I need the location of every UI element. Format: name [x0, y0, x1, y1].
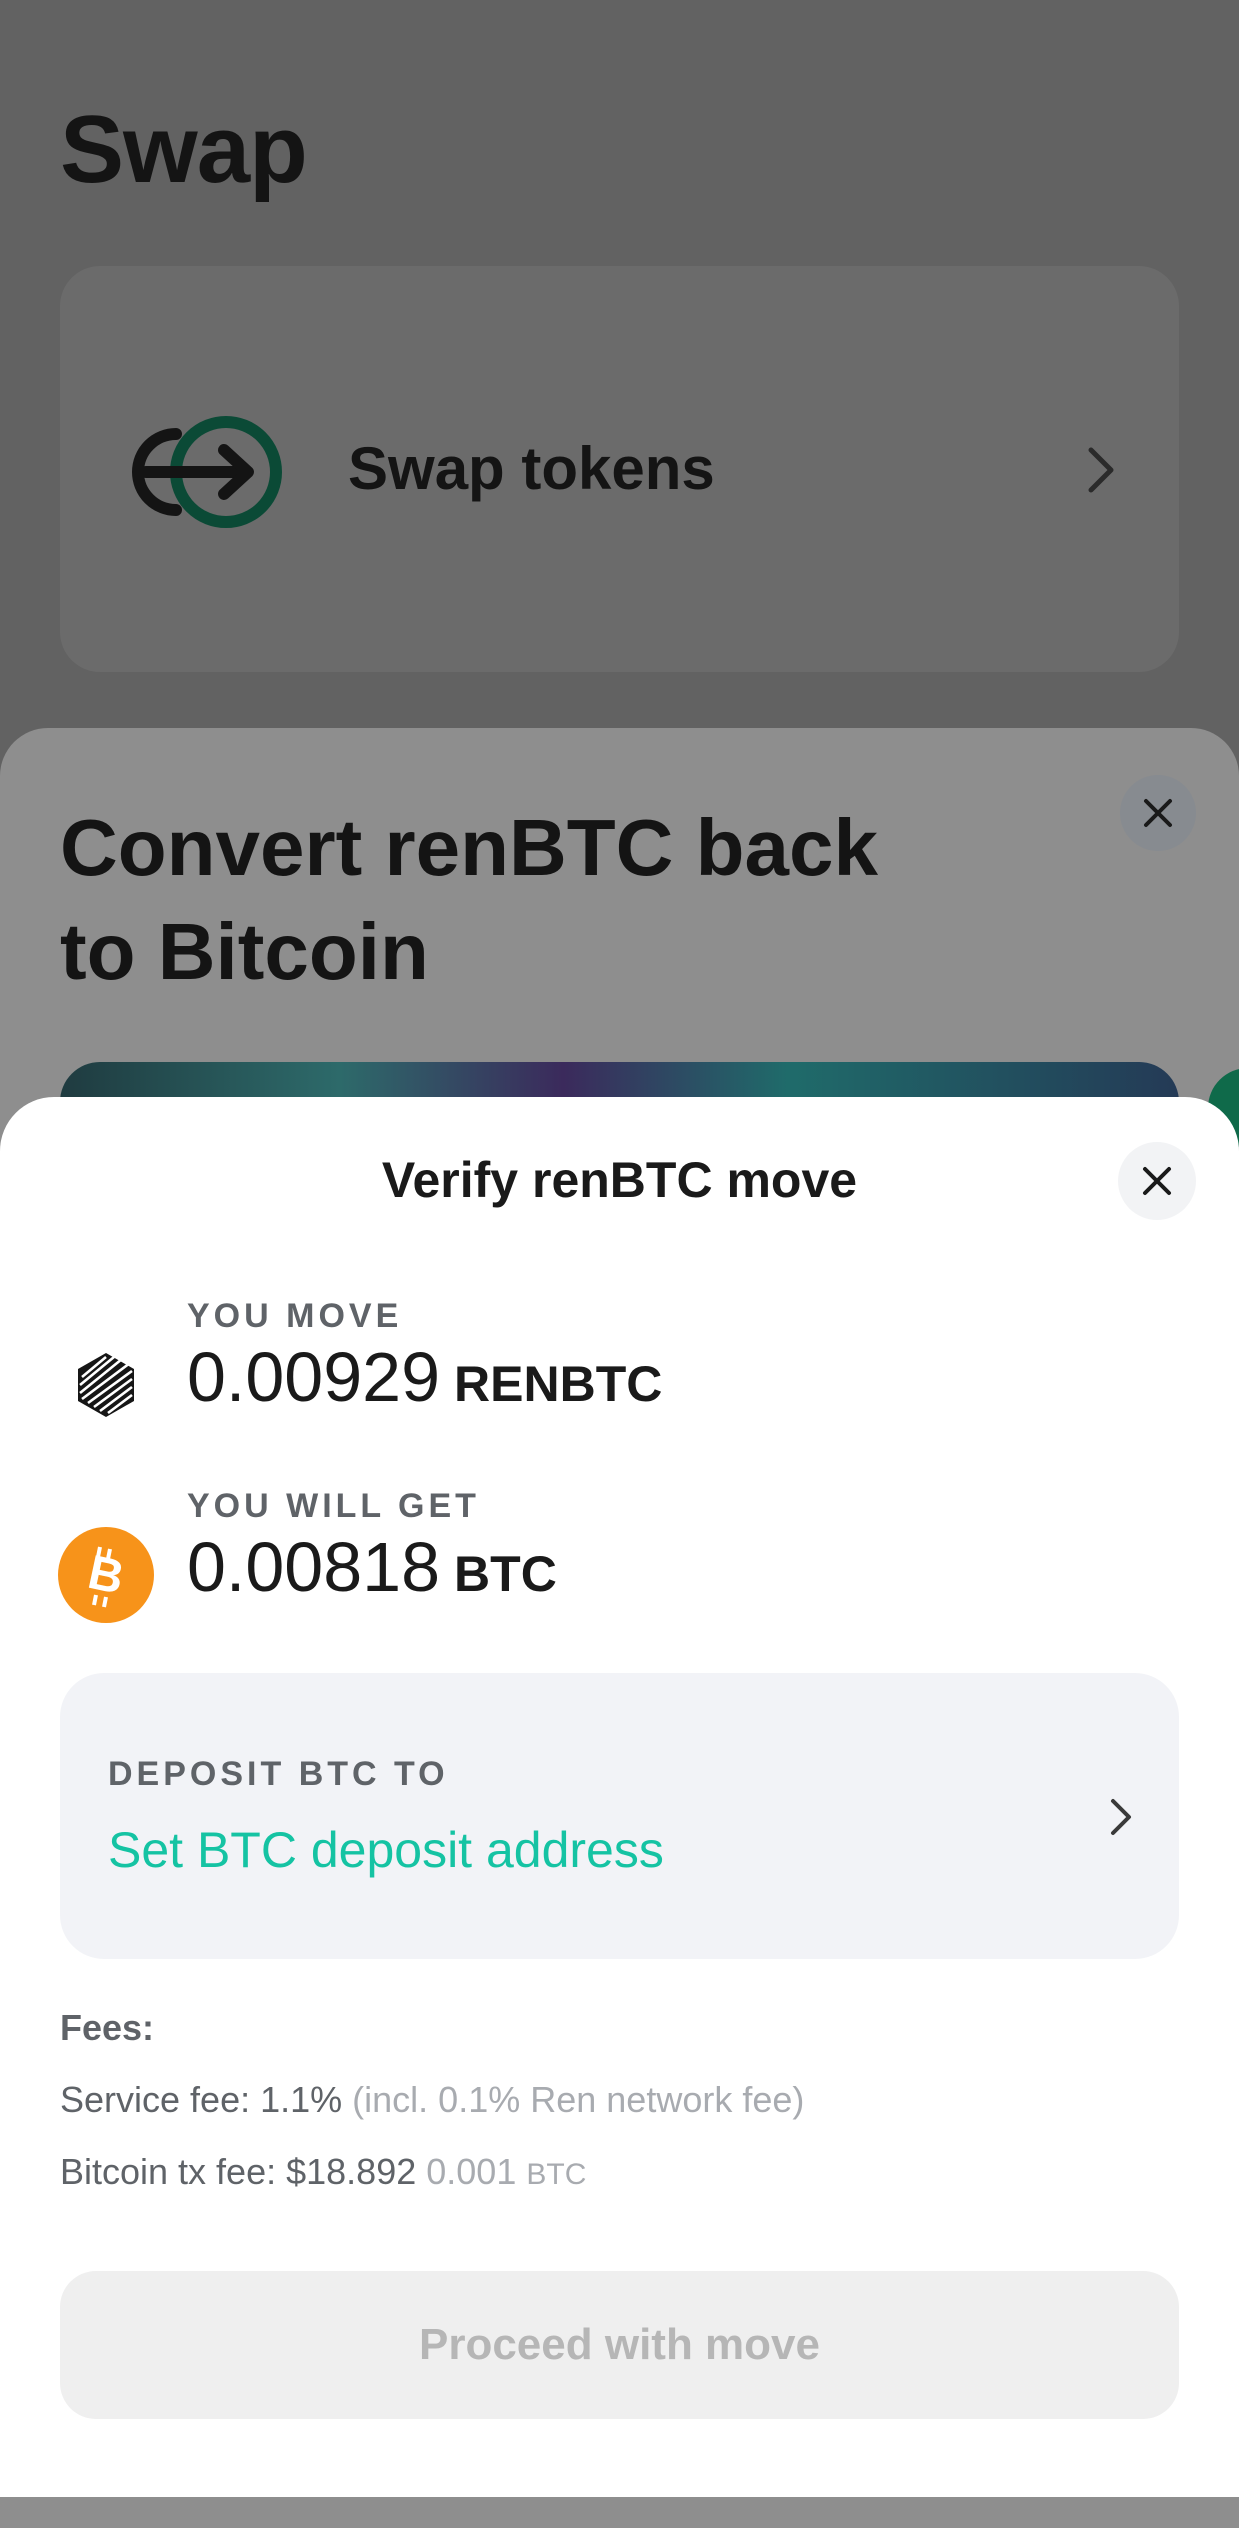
sheet-close-button[interactable] [1118, 1142, 1196, 1220]
sheet-title: Verify renBTC move [381, 1152, 858, 1208]
you-move-amount-row: 0.00929 RENBTC [187, 1337, 662, 1417]
close-icon [1143, 1167, 1171, 1195]
swap-tokens-card[interactable]: Swap tokens [60, 266, 1179, 672]
swap-arrow-icon [132, 416, 282, 528]
you-move-unit: RENBTC [454, 1356, 663, 1412]
chevron-right-icon [1111, 1799, 1131, 1835]
bitcoin-token-icon: B [58, 1527, 154, 1623]
bitcoin-tx-fee-line: Bitcoin tx fee: $18.892 0.001 BTC [60, 2151, 586, 2193]
service-fee-line: Service fee: 1.1% (incl. 0.1% Ren networ… [60, 2079, 804, 2121]
bitcoin-tx-fee-amount: 0.001 [426, 2151, 517, 2192]
deposit-caption: DEPOSIT BTC TO [108, 1755, 449, 1793]
bitcoin-tx-fee-unit: BTC [526, 2158, 587, 2191]
fees-title: Fees: [60, 2007, 155, 2048]
close-icon [1144, 799, 1172, 827]
service-fee-label: Service fee: 1.1% [60, 2079, 343, 2120]
bitcoin-tx-fee-label: Bitcoin tx fee: $18.892 [60, 2151, 417, 2192]
you-move-amount: 0.00929 [187, 1338, 441, 1416]
convert-sheet-close-button[interactable] [1120, 775, 1196, 851]
you-will-get-amount-row: 0.00818 BTC [187, 1527, 557, 1607]
service-fee-note: (incl. 0.1% Ren network fee) [352, 2079, 805, 2120]
set-deposit-address-link[interactable]: Set BTC deposit address [108, 1821, 664, 1879]
you-will-get-unit: BTC [454, 1546, 557, 1602]
convert-sheet-title: Convert renBTC back to Bitcoin [60, 803, 878, 996]
proceed-with-move-button[interactable]: Proceed with move [60, 2271, 1179, 2419]
you-will-get-amount: 0.00818 [187, 1528, 441, 1606]
page-title: Swap [60, 96, 308, 203]
deposit-address-card[interactable]: DEPOSIT BTC TO Set BTC deposit address [60, 1673, 1179, 1959]
chevron-right-icon [1088, 447, 1114, 493]
renbtc-token-icon [78, 1353, 134, 1417]
verify-move-sheet: Verify renBTC move YOU MOVE 0.00929 RENBT… [0, 1097, 1239, 2497]
you-move-caption: YOU MOVE [187, 1297, 403, 1335]
swap-tokens-label: Swap tokens [348, 435, 715, 502]
you-will-get-caption: YOU WILL GET [187, 1487, 480, 1525]
